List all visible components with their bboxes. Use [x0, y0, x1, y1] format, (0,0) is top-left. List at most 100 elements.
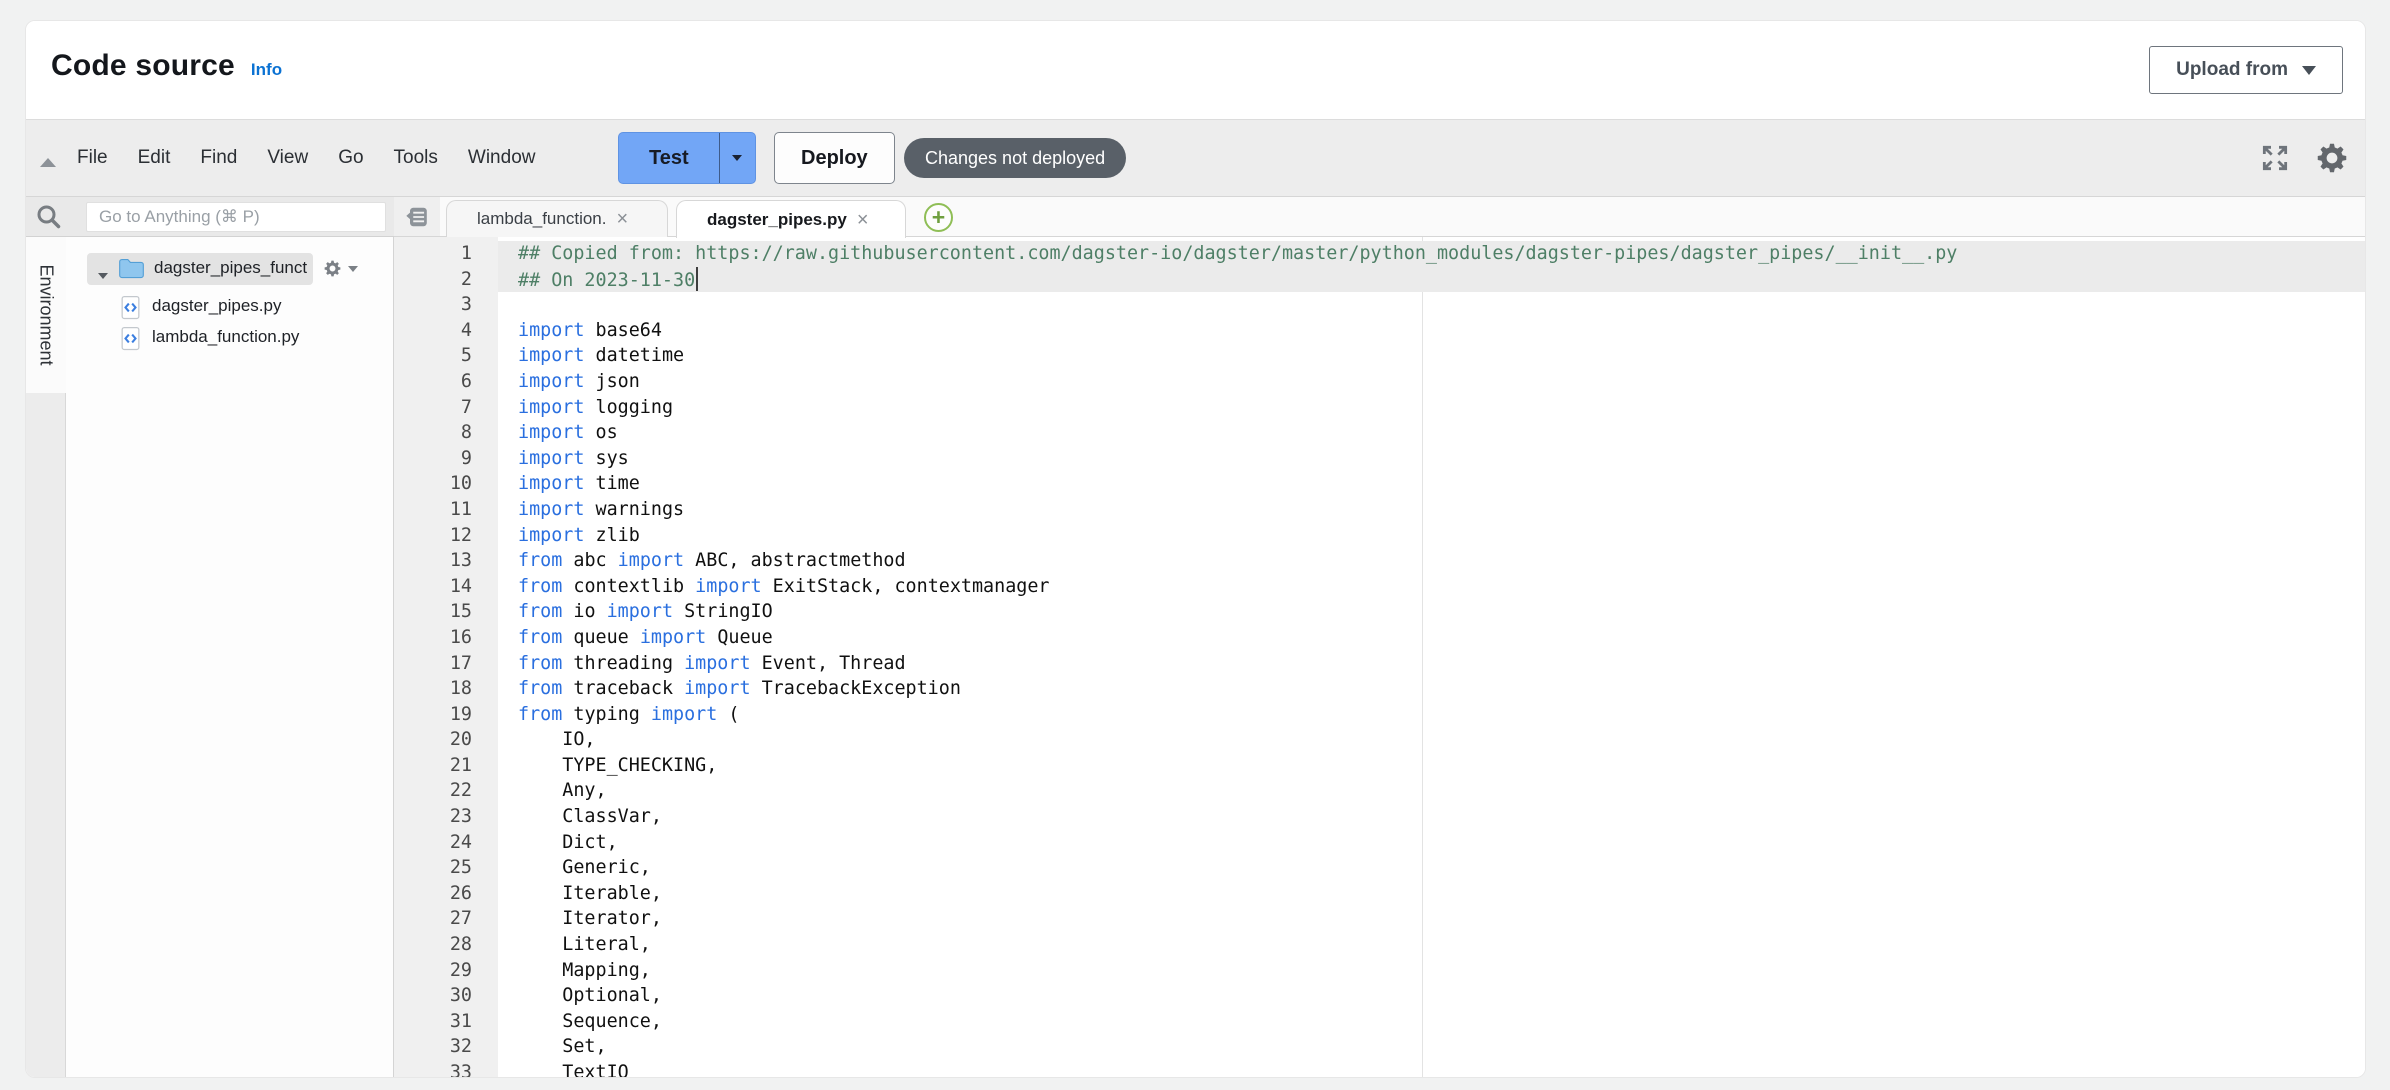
code-line[interactable]: from abc import ABC, abstractmethod — [498, 548, 2366, 574]
folder-expand-caret-icon[interactable] — [98, 266, 108, 284]
tab-dagster-pipes[interactable]: dagster_pipes.py × — [676, 200, 906, 238]
gutter-line-number[interactable]: 2 — [394, 267, 498, 293]
tree-folder-row[interactable]: dagster_pipes_funct — [66, 253, 394, 285]
code-line[interactable]: import time — [498, 471, 2366, 497]
menu-item-go[interactable]: Go — [323, 147, 378, 169]
gutter-line-number[interactable]: 15 — [394, 599, 498, 625]
code-line[interactable]: Any, — [498, 778, 2366, 804]
environment-tab[interactable]: Environment — [26, 237, 66, 393]
code-line[interactable] — [498, 292, 2366, 318]
code-line[interactable]: TextIO — [498, 1060, 2366, 1078]
code-line[interactable]: import os — [498, 420, 2366, 446]
code-line[interactable]: Set, — [498, 1034, 2366, 1060]
code-line[interactable]: Optional, — [498, 983, 2366, 1009]
collapse-menu-icon[interactable] — [40, 154, 56, 172]
gutter-line-number[interactable]: 10 — [394, 471, 498, 497]
test-button[interactable]: Test — [619, 133, 719, 183]
code-line[interactable]: import json — [498, 369, 2366, 395]
code-line[interactable]: Dict, — [498, 830, 2366, 856]
menu-item-tools[interactable]: Tools — [379, 147, 453, 169]
code-line[interactable]: import warnings — [498, 497, 2366, 523]
gutter-line-number[interactable]: 3 — [394, 292, 498, 318]
search-icon[interactable] — [34, 202, 64, 237]
gutter-line-number[interactable]: 16 — [394, 625, 498, 651]
code-line[interactable]: import base64 — [498, 318, 2366, 344]
code-line[interactable]: Literal, — [498, 932, 2366, 958]
gutter-line-number[interactable]: 27 — [394, 906, 498, 932]
gutter[interactable]: 1234567891011121314151617181920212223242… — [394, 237, 498, 1078]
menu-item-view[interactable]: View — [252, 147, 323, 169]
tree-settings-control[interactable] — [322, 258, 358, 279]
gutter-line-number[interactable]: 28 — [394, 932, 498, 958]
gutter-line-number[interactable]: 13 — [394, 548, 498, 574]
code-line[interactable]: import sys — [498, 446, 2366, 472]
gutter-line-number[interactable]: 29 — [394, 958, 498, 984]
folder-name: dagster_pipes_funct — [154, 258, 310, 278]
fullscreen-icon[interactable] — [2259, 142, 2291, 174]
gutter-line-number[interactable]: 30 — [394, 983, 498, 1009]
gutter-line-number[interactable]: 9 — [394, 446, 498, 472]
gutter-line-number[interactable]: 1 — [394, 241, 498, 267]
close-tab-icon[interactable]: × — [857, 210, 869, 230]
gutter-line-number[interactable]: 24 — [394, 830, 498, 856]
gutter-line-number[interactable]: 7 — [394, 395, 498, 421]
menu-item-edit[interactable]: Edit — [123, 147, 186, 169]
close-tab-icon[interactable]: × — [616, 209, 628, 229]
code-line[interactable]: from io import StringIO — [498, 599, 2366, 625]
code-line[interactable]: from contextlib import ExitStack, contex… — [498, 574, 2366, 600]
code-line[interactable]: Iterable, — [498, 881, 2366, 907]
gutter-line-number[interactable]: 20 — [394, 727, 498, 753]
info-link[interactable]: Info — [251, 60, 282, 80]
code-line[interactable]: Iterator, — [498, 906, 2366, 932]
code-line[interactable]: from traceback import TracebackException — [498, 676, 2366, 702]
panel-header: Code source Info Upload from — [26, 21, 2365, 119]
code-line[interactable]: Generic, — [498, 855, 2366, 881]
code-line[interactable]: import zlib — [498, 523, 2366, 549]
code-line[interactable]: ## On 2023-11-30 — [498, 267, 2366, 293]
gutter-line-number[interactable]: 18 — [394, 676, 498, 702]
gutter-line-number[interactable]: 12 — [394, 523, 498, 549]
gutter-line-number[interactable]: 14 — [394, 574, 498, 600]
code-line[interactable]: import logging — [498, 395, 2366, 421]
new-tab-button[interactable]: + — [924, 203, 953, 232]
gutter-line-number[interactable]: 26 — [394, 881, 498, 907]
code-line[interactable]: from typing import ( — [498, 702, 2366, 728]
tree-file-row[interactable]: lambda_function.py — [66, 324, 394, 352]
gutter-line-number[interactable]: 6 — [394, 369, 498, 395]
gutter-line-number[interactable]: 22 — [394, 778, 498, 804]
gutter-line-number[interactable]: 5 — [394, 343, 498, 369]
gutter-line-number[interactable]: 31 — [394, 1009, 498, 1035]
code-line[interactable]: import datetime — [498, 343, 2366, 369]
page-title: Code source — [51, 49, 235, 83]
gutter-line-number[interactable]: 33 — [394, 1060, 498, 1078]
tree-file-row[interactable]: dagster_pipes.py — [66, 293, 394, 321]
tab-lambda-function[interactable]: lambda_function. × — [446, 200, 668, 237]
code-line[interactable]: from threading import Event, Thread — [498, 651, 2366, 677]
menu-item-find[interactable]: Find — [185, 147, 252, 169]
code-line[interactable]: from queue import Queue — [498, 625, 2366, 651]
tab-list-icon[interactable] — [403, 204, 430, 235]
code-editor[interactable]: 1234567891011121314151617181920212223242… — [394, 237, 2366, 1078]
gutter-line-number[interactable]: 32 — [394, 1034, 498, 1060]
code-line[interactable]: ## Copied from: https://raw.githubuserco… — [498, 241, 2366, 267]
gutter-line-number[interactable]: 8 — [394, 420, 498, 446]
code-line[interactable]: Sequence, — [498, 1009, 2366, 1035]
code-line[interactable]: ClassVar, — [498, 804, 2366, 830]
settings-gear-icon[interactable] — [2313, 139, 2351, 177]
test-dropdown-button[interactable] — [719, 133, 755, 183]
gutter-line-number[interactable]: 19 — [394, 702, 498, 728]
gutter-line-number[interactable]: 17 — [394, 651, 498, 677]
gutter-line-number[interactable]: 25 — [394, 855, 498, 881]
goto-anything-input[interactable] — [86, 202, 386, 232]
menu-item-file[interactable]: File — [62, 147, 123, 169]
code-line[interactable]: TYPE_CHECKING, — [498, 753, 2366, 779]
upload-from-button[interactable]: Upload from — [2149, 46, 2343, 94]
deploy-button[interactable]: Deploy — [774, 132, 895, 184]
gutter-line-number[interactable]: 4 — [394, 318, 498, 344]
gutter-line-number[interactable]: 23 — [394, 804, 498, 830]
gutter-line-number[interactable]: 11 — [394, 497, 498, 523]
gutter-line-number[interactable]: 21 — [394, 753, 498, 779]
code-line[interactable]: IO, — [498, 727, 2366, 753]
code-line[interactable]: Mapping, — [498, 958, 2366, 984]
menu-item-window[interactable]: Window — [453, 147, 551, 169]
